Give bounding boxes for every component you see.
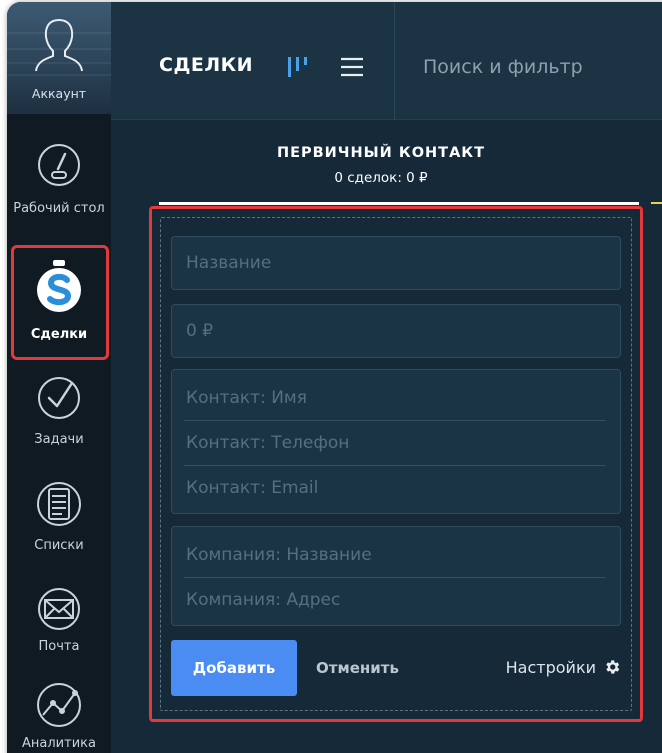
- column-title: ПЕРВИЧНЫЙ КОНТАКТ: [276, 145, 486, 161]
- company-fields-group: [171, 526, 621, 626]
- company-name-input[interactable]: [172, 532, 620, 577]
- company-address-input[interactable]: [172, 577, 620, 622]
- dashboard-gauge-icon: [38, 144, 80, 186]
- sidebar-item-mail[interactable]: Почта: [7, 586, 111, 655]
- sidebar-item-label: Аналитика: [22, 736, 96, 751]
- sidebar-item-analytics[interactable]: Аналитика: [7, 681, 111, 752]
- account-label: Аккаунт: [31, 86, 87, 101]
- mail-envelope-icon: [38, 588, 80, 630]
- next-column-divider: [651, 202, 662, 204]
- analytics-graph-icon: [37, 683, 81, 727]
- column-divider: [159, 202, 639, 205]
- tasks-check-icon: [38, 377, 80, 419]
- quick-add-deal-form: Добавить Отменить Настройки: [160, 217, 632, 711]
- sidebar-item-label: Списки: [34, 538, 84, 553]
- gear-icon: [606, 660, 620, 674]
- app-window: Аккаунт Рабочий стол Сделки Задачи Списк…: [7, 2, 662, 753]
- highlight-outline: Добавить Отменить Настройки: [149, 206, 643, 722]
- sidebar-item-label: Рабочий стол: [13, 201, 105, 216]
- contact-name-input[interactable]: [172, 375, 620, 420]
- pipeline-view-icon[interactable]: [287, 56, 311, 78]
- contact-phone-input[interactable]: [172, 420, 620, 465]
- highlight-outline: [11, 245, 109, 360]
- contact-fields-group: [171, 369, 621, 514]
- deal-name-field-box: [171, 236, 621, 290]
- sidebar-item-label: Задачи: [34, 432, 84, 447]
- sidebar-item-label: Почта: [38, 639, 80, 654]
- contact-email-input[interactable]: [172, 465, 620, 510]
- list-view-icon[interactable]: [340, 57, 364, 77]
- column-summary: 0 сделок: 0 ₽: [334, 170, 428, 186]
- form-settings-button[interactable]: Настройки: [506, 653, 621, 681]
- top-header: СДЕЛКИ: [111, 2, 662, 120]
- header-divider: [394, 2, 395, 120]
- user-avatar-icon: [35, 19, 83, 72]
- sidebar: Аккаунт Рабочий стол Сделки Задачи Списк…: [7, 2, 111, 753]
- search-input[interactable]: [423, 50, 643, 84]
- settings-label: Настройки: [505, 657, 596, 677]
- page-title: СДЕЛКИ: [159, 54, 254, 76]
- deal-amount-input[interactable]: [172, 305, 620, 357]
- lists-document-icon: [37, 482, 81, 526]
- sidebar-item-tasks[interactable]: Задачи: [7, 375, 111, 448]
- deal-name-input[interactable]: [172, 237, 620, 289]
- cancel-button[interactable]: Отменить: [316, 656, 399, 680]
- sidebar-item-dashboard[interactable]: Рабочий стол: [7, 142, 111, 217]
- account-menu[interactable]: Аккаунт: [7, 2, 111, 114]
- sidebar-item-lists[interactable]: Списки: [7, 479, 111, 554]
- add-deal-button[interactable]: Добавить: [171, 640, 297, 696]
- pipeline-board: ПЕРВИЧНЫЙ КОНТАКТ 0 сделок: 0 ₽ Название…: [111, 121, 662, 753]
- deal-amount-field-box: [171, 304, 621, 358]
